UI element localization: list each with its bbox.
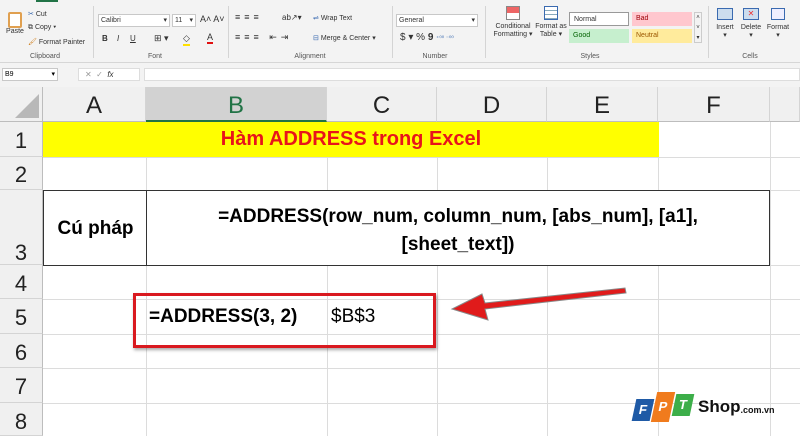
- number-format-select[interactable]: General ▾: [396, 14, 478, 27]
- format-as-table-button[interactable]: Format as Table ▾: [534, 6, 568, 39]
- styles-scroll[interactable]: ˄ ˅ ▾: [694, 12, 702, 43]
- style-normal[interactable]: Normal: [569, 12, 629, 26]
- merge-icon: ⊟: [313, 35, 319, 42]
- spreadsheet-grid: A B C D E F 1 2 3 4 5 6 7 8 Hàm ADDRESS …: [0, 87, 800, 436]
- format-cells-button[interactable]: Format ▾: [764, 8, 792, 39]
- cancel-icon[interactable]: ✕: [85, 70, 92, 79]
- row-header-6[interactable]: 6: [0, 334, 43, 368]
- row-header-4[interactable]: 4: [0, 265, 43, 299]
- title-cell[interactable]: Hàm ADDRESS trong Excel: [43, 122, 659, 157]
- formula-bar: B9 ▾ ✕ ✓ fx: [0, 63, 800, 87]
- formula-buttons: ✕ ✓ fx: [78, 68, 140, 81]
- column-header-c[interactable]: C: [327, 87, 437, 122]
- table-icon: [544, 6, 558, 20]
- paste-button[interactable]: Paste: [4, 12, 26, 35]
- number-group-label: Number: [422, 53, 448, 60]
- merge-center-button[interactable]: ⊟ Merge & Center ▾: [313, 34, 376, 42]
- name-box[interactable]: B9 ▾: [2, 68, 58, 81]
- column-header-a[interactable]: A: [43, 87, 146, 122]
- style-bad[interactable]: Bad: [632, 12, 692, 26]
- clipboard-group-label: Clipboard: [30, 53, 60, 60]
- fill-color-icon[interactable]: ◇: [183, 33, 190, 46]
- orientation-icon[interactable]: ab↗▾: [282, 13, 302, 22]
- vertical-align-icons[interactable]: ≡≡≡: [235, 12, 263, 22]
- bold-button[interactable]: B: [102, 34, 108, 43]
- styles-group-label: Styles: [580, 53, 600, 60]
- cut-button[interactable]: ✂ Cut: [28, 10, 47, 18]
- column-header-g[interactable]: [770, 87, 800, 122]
- conditional-formatting-icon: [506, 6, 520, 20]
- row-header-1[interactable]: 1: [0, 122, 43, 157]
- syntax-label-cell[interactable]: Cú pháp: [43, 190, 147, 266]
- row-header-2[interactable]: 2: [0, 157, 43, 190]
- column-header-e[interactable]: E: [547, 87, 658, 122]
- fpt-shop-logo: F P T Shop .com.vn: [631, 387, 775, 427]
- select-all-corner[interactable]: [0, 87, 43, 122]
- syntax-cell[interactable]: =ADDRESS(row_num, column_num, [abs_num],…: [146, 190, 770, 266]
- horizontal-align-icons[interactable]: ≡≡≡ ⇤⇥: [235, 32, 292, 43]
- insert-icon: [717, 8, 733, 20]
- format-icon: [771, 8, 785, 20]
- number-format-buttons[interactable]: $ ▾ % 9 ⁺⁰⁰ ⁻⁰⁰: [400, 32, 454, 43]
- row-header-3[interactable]: 3: [0, 190, 43, 265]
- style-good[interactable]: Good: [569, 29, 629, 43]
- conditional-formatting-button[interactable]: Conditional Formatting ▾: [490, 6, 536, 39]
- delete-icon: ✕: [743, 8, 759, 20]
- enter-icon[interactable]: ✓: [96, 70, 103, 79]
- copy-button[interactable]: ⧉ Copy ▾: [28, 24, 56, 32]
- row-header-7[interactable]: 7: [0, 368, 43, 403]
- wrap-icon: ⇌: [313, 15, 319, 22]
- clipboard-icon: [8, 12, 22, 28]
- highlight-box: [133, 293, 436, 348]
- row-header-5[interactable]: 5: [0, 299, 43, 334]
- alignment-group-label: Alignment: [294, 53, 326, 60]
- syntax-line-1: =ADDRESS(row_num, column_num, [abs_num],…: [218, 206, 698, 227]
- wrap-text-button[interactable]: ⇌ Wrap Text: [313, 14, 352, 22]
- formula-input[interactable]: [144, 68, 800, 81]
- column-header-d[interactable]: D: [437, 87, 547, 122]
- syntax-line-2: [sheet_text]): [401, 234, 515, 255]
- copy-icon: ⧉: [28, 24, 33, 31]
- red-arrow: [450, 287, 627, 321]
- style-neutral[interactable]: Neutral: [632, 29, 692, 43]
- cells-group-label: Cells: [742, 53, 758, 60]
- column-header-b[interactable]: B: [146, 87, 327, 122]
- insert-cells-button[interactable]: Insert ▾: [712, 8, 738, 39]
- font-color-icon[interactable]: A: [207, 32, 214, 44]
- format-painter-button[interactable]: 🖌 Format Painter: [28, 38, 85, 46]
- active-tab-indicator: [36, 0, 58, 2]
- delete-cells-button[interactable]: ✕ Delete ▾: [738, 8, 764, 39]
- row-header-8[interactable]: 8: [0, 403, 43, 436]
- font-name-select[interactable]: Calibri ▾: [98, 14, 170, 27]
- borders-icon[interactable]: ⊞ ▾: [154, 33, 169, 44]
- italic-button[interactable]: I: [117, 34, 119, 43]
- underline-button[interactable]: U: [130, 34, 136, 43]
- brush-icon: 🖌: [28, 39, 37, 46]
- font-size-select[interactable]: 11 ▾: [172, 14, 196, 27]
- fx-icon[interactable]: fx: [107, 70, 113, 79]
- font-group-label: Font: [147, 53, 162, 60]
- font-grow-icon[interactable]: A˄ A˅: [200, 14, 225, 24]
- column-header-f[interactable]: F: [658, 87, 770, 122]
- scissors-icon: ✂: [28, 11, 34, 18]
- arrow-shape: [450, 287, 627, 321]
- ribbon: Paste ✂ Cut ⧉ Copy ▾ 🖌 Format Painter Cl…: [0, 0, 800, 63]
